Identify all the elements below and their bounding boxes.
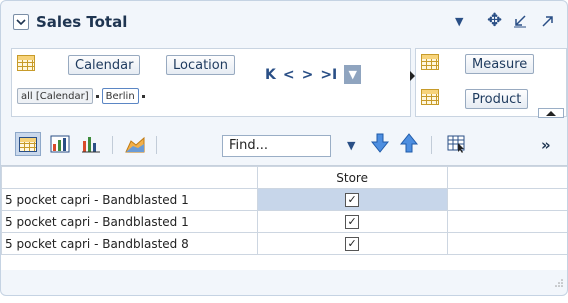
- sales-total-panel: Sales Total ▼ ✥ Calendar Location all [C…: [0, 0, 568, 296]
- data-cell[interactable]: ✓: [256, 232, 448, 255]
- table-view-button[interactable]: [15, 132, 41, 156]
- find-dropdown-icon[interactable]: ▼: [347, 139, 355, 152]
- overflow-chevron-icon[interactable]: »: [541, 136, 551, 154]
- panel-title: Sales Total: [36, 13, 128, 31]
- grid-icon: [421, 89, 439, 105]
- column-header[interactable]: Store: [256, 166, 448, 189]
- grid-icon: [421, 54, 439, 70]
- empty-column: [446, 166, 567, 189]
- table-icon: [19, 136, 37, 152]
- panel-header: Sales Total: [13, 11, 127, 33]
- edge-layout-area: Measure Product: [415, 48, 567, 118]
- table-row: 5 pocket capri - Bandblasted 1 ✓: [1, 188, 567, 211]
- calendar-button[interactable]: Calendar: [68, 55, 141, 75]
- minimize-icon[interactable]: [513, 13, 527, 32]
- location-filter-chip[interactable]: Berlin: [101, 88, 139, 104]
- table-row: 5 pocket capri - Bandblasted 8 ✓: [1, 232, 567, 255]
- collapse-chevron-icon[interactable]: [13, 14, 29, 30]
- empty-cell: [446, 232, 567, 255]
- filter-chips: all [Calendar] Berlin: [17, 88, 145, 104]
- data-cell[interactable]: ✓: [256, 188, 448, 211]
- grid-icon: [17, 55, 35, 71]
- checkbox[interactable]: ✓: [345, 236, 360, 251]
- chart-table-icon[interactable]: [50, 135, 70, 153]
- next-page-icon[interactable]: >: [302, 67, 314, 83]
- empty-cell: [446, 210, 567, 233]
- empty-cell: [446, 188, 567, 211]
- row-header[interactable]: 5 pocket capri - Bandblasted 8: [1, 232, 258, 255]
- product-button[interactable]: Product: [465, 89, 529, 109]
- grid-select-icon[interactable]: [447, 135, 467, 153]
- location-button[interactable]: Location: [166, 55, 235, 75]
- checkbox[interactable]: ✓: [345, 192, 360, 207]
- toolbar-separator: [431, 136, 432, 154]
- toolbar-separator: [112, 136, 113, 154]
- table-header-row: Store: [1, 166, 567, 189]
- measure-button[interactable]: Measure: [465, 54, 535, 74]
- checkbox[interactable]: ✓: [345, 214, 360, 229]
- dropdown-arrow-icon[interactable]: ▼: [455, 15, 463, 28]
- first-page-icon[interactable]: K: [265, 67, 276, 83]
- separator-dot: [141, 94, 145, 98]
- page-navigation: K < > >I ▼: [265, 65, 362, 84]
- resize-grip-icon[interactable]: [554, 273, 564, 292]
- last-page-icon[interactable]: >I: [320, 67, 337, 83]
- bar-chart-icon[interactable]: [81, 135, 101, 153]
- filter-icon[interactable]: ▼: [344, 65, 362, 84]
- row-header[interactable]: 5 pocket capri - Bandblasted 1: [1, 188, 258, 211]
- maximize-icon[interactable]: [541, 13, 555, 32]
- data-table: Store 5 pocket capri - Bandblasted 1 ✓ 5…: [1, 165, 567, 270]
- previous-page-icon[interactable]: <: [283, 67, 295, 83]
- data-cell[interactable]: ✓: [256, 210, 448, 233]
- up-arrow-icon: [546, 110, 556, 116]
- move-icon[interactable]: ✥: [487, 10, 502, 31]
- separator-dot: [95, 94, 99, 98]
- table-row: 5 pocket capri - Bandblasted 1 ✓: [1, 210, 567, 233]
- find-next-icon[interactable]: [370, 133, 391, 153]
- corner-cell: [1, 166, 258, 189]
- collapse-toggle[interactable]: [538, 108, 564, 118]
- panel-footer: [1, 277, 567, 294]
- find-previous-icon[interactable]: [399, 133, 420, 153]
- toolbar-separator: [156, 136, 157, 154]
- calendar-filter-chip[interactable]: all [Calendar]: [17, 88, 93, 104]
- row-header[interactable]: 5 pocket capri - Bandblasted 1: [1, 210, 258, 233]
- find-input[interactable]: Find...: [222, 135, 331, 157]
- view-toolbar: Find... ▼ »: [1, 127, 567, 161]
- area-chart-icon[interactable]: [125, 135, 145, 153]
